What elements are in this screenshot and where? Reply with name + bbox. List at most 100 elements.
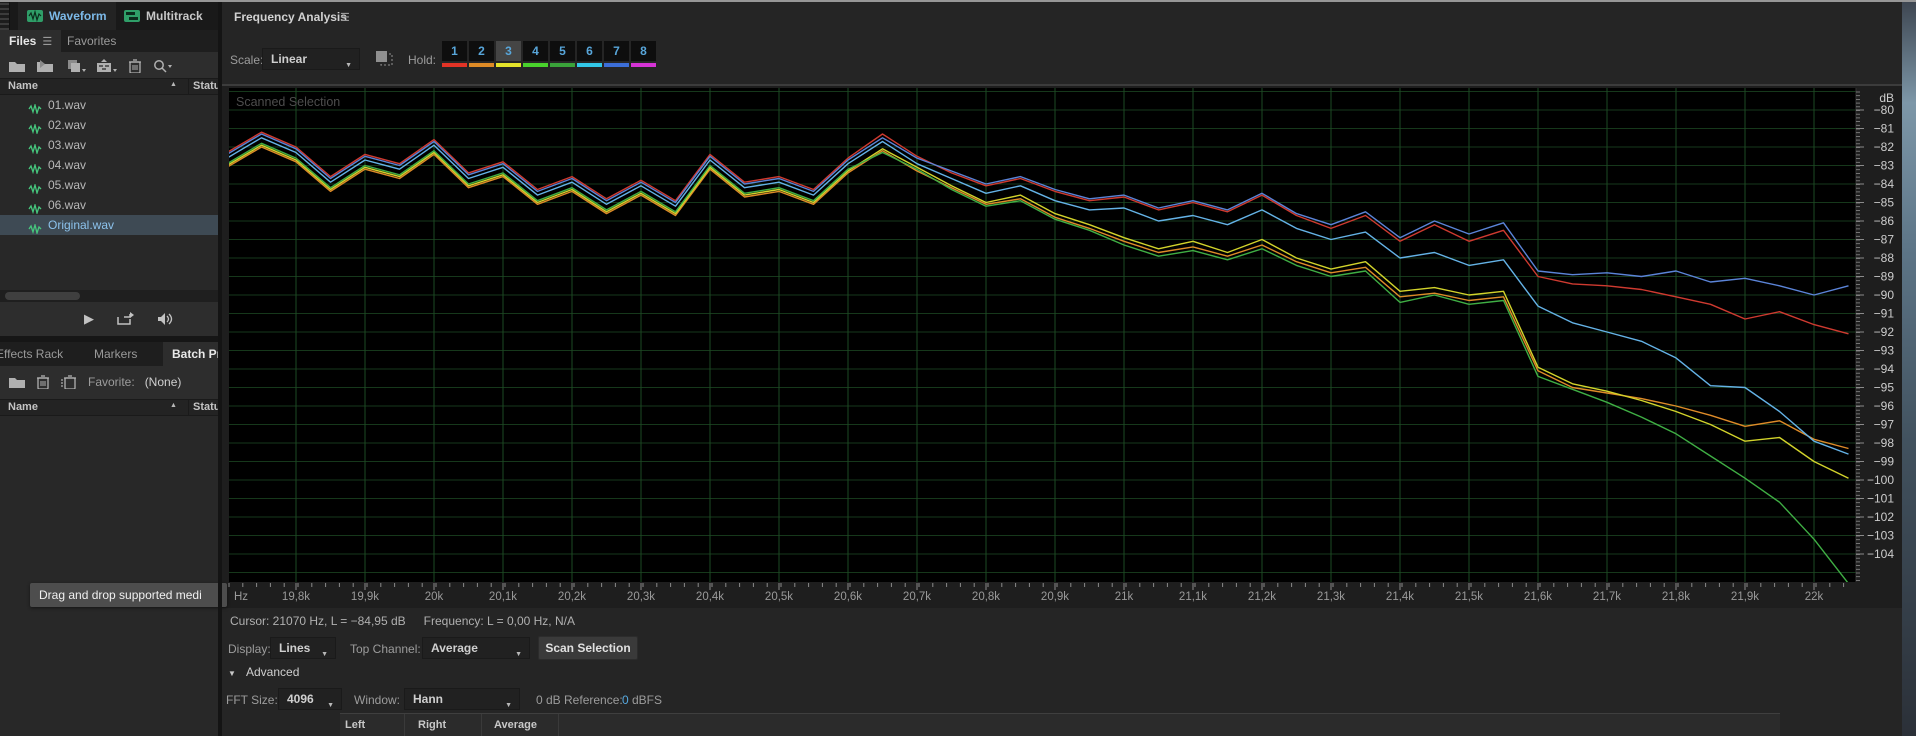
loop-playback-button[interactable] xyxy=(116,312,134,326)
scan-selection-button[interactable]: Scan Selection xyxy=(538,636,638,660)
batch-panel-tabs: Effects Rack Markers Batch Process xyxy=(0,342,218,366)
svg-text:−94: −94 xyxy=(1874,362,1895,376)
play-button[interactable]: ▶ xyxy=(84,311,94,327)
clear-all-icon[interactable] xyxy=(60,375,78,389)
tab-effects-rack[interactable]: Effects Rack xyxy=(0,342,72,366)
new-file-icon[interactable] xyxy=(66,59,86,73)
advanced-label[interactable]: Advanced xyxy=(246,665,299,679)
column-left[interactable]: Left xyxy=(345,719,365,731)
open-favorite-icon[interactable] xyxy=(8,375,26,389)
files-transport: ▶ xyxy=(0,303,218,335)
svg-text:−104: −104 xyxy=(1867,547,1894,561)
hold-button-5[interactable]: 5 xyxy=(550,41,575,67)
tab-favorites[interactable]: Favorites xyxy=(58,30,125,52)
search-icon[interactable] xyxy=(152,59,172,73)
open-file-icon[interactable] xyxy=(8,59,26,73)
file-row[interactable]: 06.wav xyxy=(0,195,218,215)
cursor-info-line: Cursor: 21070 Hz, L = −84,95 dBFrequency… xyxy=(230,614,593,628)
copy-to-clipboard-icon[interactable] xyxy=(372,48,394,70)
hold-color-bar xyxy=(469,63,494,67)
svg-text:−100: −100 xyxy=(1867,473,1894,487)
batch-panel: Effects Rack Markers Batch Process Favor… xyxy=(0,342,218,736)
file-name: 04.wav xyxy=(48,155,86,175)
hold-button-1[interactable]: 1 xyxy=(442,41,467,67)
tab-files[interactable]: Files☰ xyxy=(0,30,61,52)
reference-value[interactable]: 0 xyxy=(622,693,629,707)
files-hscrollbar[interactable] xyxy=(0,290,218,302)
tab-multitrack[interactable]: Multitrack xyxy=(115,2,212,30)
top-channel-dropdown[interactable]: Average ▼ xyxy=(422,637,530,659)
batch-column-header[interactable]: Name ▲ Status xyxy=(0,399,218,416)
column-right[interactable]: Right xyxy=(418,719,446,731)
hold-color-bar xyxy=(577,63,602,67)
hold-button-8[interactable]: 8 xyxy=(631,41,656,67)
fft-size-dropdown[interactable]: 4096 ▼ xyxy=(278,688,342,710)
scale-dropdown[interactable]: Linear ▼ xyxy=(262,48,360,70)
panel-grip[interactable] xyxy=(0,2,10,30)
sort-asc-icon[interactable]: ▲ xyxy=(170,402,177,409)
advanced-collapse-icon[interactable]: ▼ xyxy=(228,669,236,678)
hold-button-2[interactable]: 2 xyxy=(469,41,494,67)
sort-asc-icon[interactable]: ▲ xyxy=(170,81,177,88)
svg-text:−82: −82 xyxy=(1874,140,1895,154)
tab-waveform[interactable]: Waveform xyxy=(18,2,116,30)
file-row[interactable]: 02.wav xyxy=(0,115,218,135)
svg-text:−99: −99 xyxy=(1874,455,1895,469)
svg-text:−92: −92 xyxy=(1874,325,1895,339)
delete-icon[interactable] xyxy=(128,59,142,73)
tab-effects-rack-label: Effects Rack xyxy=(0,347,63,361)
svg-text:21,8k: 21,8k xyxy=(1662,591,1690,603)
frequency-analysis-chart[interactable]: Hz19,8k19,9k20k20,1k20,2k20,3k20,4k20,5k… xyxy=(222,86,1902,608)
window-dropdown[interactable]: Hann ▼ xyxy=(404,688,520,710)
column-name[interactable]: Name xyxy=(8,80,38,92)
svg-text:−93: −93 xyxy=(1874,344,1895,358)
tab-markers[interactable]: Markers xyxy=(85,342,146,366)
import-file-icon[interactable] xyxy=(36,59,56,73)
svg-text:−83: −83 xyxy=(1874,159,1895,173)
svg-text:21,4k: 21,4k xyxy=(1386,591,1414,603)
hold-buttons: 12345678 xyxy=(442,41,656,67)
hold-button-6[interactable]: 6 xyxy=(577,41,602,67)
files-panel-tabs: Files☰ Favorites xyxy=(0,30,218,52)
favorite-dropdown[interactable]: (None) xyxy=(145,375,182,389)
file-row[interactable]: 04.wav xyxy=(0,155,218,175)
tab-markers-label: Markers xyxy=(94,347,137,361)
hold-button-4[interactable]: 4 xyxy=(523,41,548,67)
desktop-background-strip xyxy=(1902,0,1916,736)
svg-text:−85: −85 xyxy=(1874,196,1895,210)
file-row[interactable]: 05.wav xyxy=(0,175,218,195)
column-name[interactable]: Name xyxy=(8,401,38,413)
column-divider[interactable] xyxy=(188,400,189,415)
file-name: 05.wav xyxy=(48,175,86,195)
top-channel-value: Average xyxy=(431,641,478,655)
tab-batch-process[interactable]: Batch Process xyxy=(163,342,218,366)
panel-menu-icon[interactable]: ☰ xyxy=(340,11,350,24)
files-panel-menu-icon[interactable]: ☰ xyxy=(42,36,52,48)
column-status[interactable]: Status xyxy=(193,80,218,92)
display-dropdown[interactable]: Lines ▼ xyxy=(270,637,336,659)
files-hscrollbar-thumb[interactable] xyxy=(5,292,80,300)
stats-table-header: Left Right Average xyxy=(340,713,1780,736)
column-status[interactable]: Status xyxy=(193,401,218,413)
hold-color-bar xyxy=(550,63,575,67)
hold-color-bar xyxy=(523,63,548,67)
svg-text:−95: −95 xyxy=(1874,381,1895,395)
delete-favorite-icon[interactable] xyxy=(36,375,50,389)
panel-separator[interactable] xyxy=(218,0,222,736)
window-top-edge xyxy=(0,0,1916,2)
column-average[interactable]: Average xyxy=(494,719,537,731)
svg-text:19,8k: 19,8k xyxy=(282,591,310,603)
reference-label: 0 dB Reference: xyxy=(536,693,623,707)
svg-text:−86: −86 xyxy=(1874,214,1895,228)
column-divider[interactable] xyxy=(188,79,189,94)
file-row[interactable]: Original.wav xyxy=(0,215,218,235)
hold-button-7[interactable]: 7 xyxy=(604,41,629,67)
insert-into-multitrack-icon[interactable] xyxy=(96,59,118,73)
files-column-header[interactable]: Name ▲ Status xyxy=(0,78,218,95)
file-row[interactable]: 03.wav xyxy=(0,135,218,155)
auto-play-button[interactable] xyxy=(156,312,174,326)
svg-text:22k: 22k xyxy=(1805,591,1824,603)
chevron-down-icon: ▼ xyxy=(345,56,352,76)
file-row[interactable]: 01.wav xyxy=(0,95,218,115)
hold-button-3[interactable]: 3 xyxy=(496,41,521,67)
